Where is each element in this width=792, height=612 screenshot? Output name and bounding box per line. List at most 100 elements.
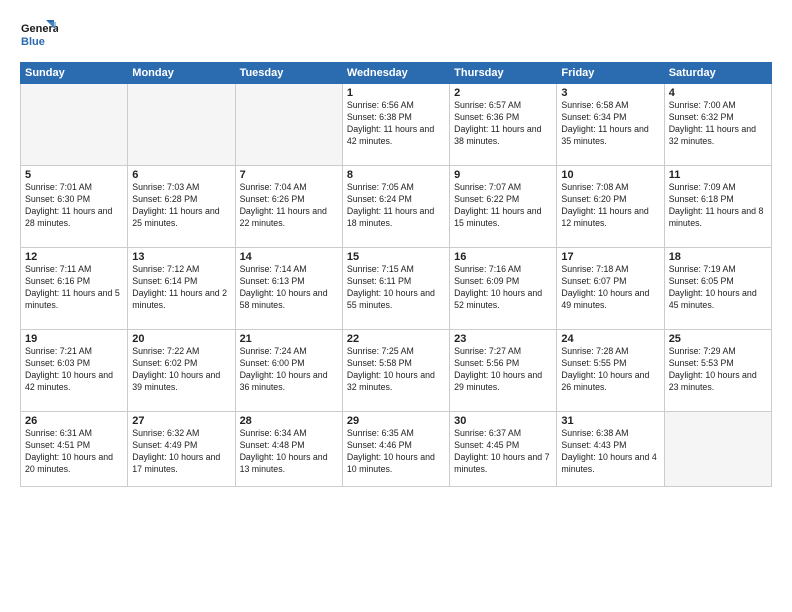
logo: General Blue	[20, 16, 58, 54]
calendar-cell: 8Sunrise: 7:05 AM Sunset: 6:24 PM Daylig…	[342, 166, 449, 248]
day-number: 7	[240, 169, 338, 181]
calendar-table: SundayMondayTuesdayWednesdayThursdayFrid…	[20, 62, 772, 487]
day-number: 4	[669, 87, 767, 99]
cell-info: Sunrise: 7:05 AM Sunset: 6:24 PM Dayligh…	[347, 182, 445, 230]
day-number: 31	[561, 415, 659, 427]
day-number: 3	[561, 87, 659, 99]
calendar-cell: 10Sunrise: 7:08 AM Sunset: 6:20 PM Dayli…	[557, 166, 664, 248]
cell-info: Sunrise: 7:19 AM Sunset: 6:05 PM Dayligh…	[669, 264, 767, 312]
calendar-cell: 26Sunrise: 6:31 AM Sunset: 4:51 PM Dayli…	[21, 412, 128, 487]
day-number: 19	[25, 333, 123, 345]
cell-info: Sunrise: 7:08 AM Sunset: 6:20 PM Dayligh…	[561, 182, 659, 230]
weekday-header-thursday: Thursday	[450, 63, 557, 84]
cell-info: Sunrise: 7:29 AM Sunset: 5:53 PM Dayligh…	[669, 346, 767, 394]
day-number: 25	[669, 333, 767, 345]
calendar-cell: 19Sunrise: 7:21 AM Sunset: 6:03 PM Dayli…	[21, 330, 128, 412]
calendar-cell	[664, 412, 771, 487]
day-number: 10	[561, 169, 659, 181]
cell-info: Sunrise: 6:56 AM Sunset: 6:38 PM Dayligh…	[347, 100, 445, 148]
cell-info: Sunrise: 7:11 AM Sunset: 6:16 PM Dayligh…	[25, 264, 123, 312]
calendar-cell: 16Sunrise: 7:16 AM Sunset: 6:09 PM Dayli…	[450, 248, 557, 330]
day-number: 16	[454, 251, 552, 263]
day-number: 13	[132, 251, 230, 263]
calendar-cell: 31Sunrise: 6:38 AM Sunset: 4:43 PM Dayli…	[557, 412, 664, 487]
day-number: 26	[25, 415, 123, 427]
calendar-cell: 11Sunrise: 7:09 AM Sunset: 6:18 PM Dayli…	[664, 166, 771, 248]
day-number: 6	[132, 169, 230, 181]
calendar-week-5: 26Sunrise: 6:31 AM Sunset: 4:51 PM Dayli…	[21, 412, 772, 487]
cell-info: Sunrise: 7:14 AM Sunset: 6:13 PM Dayligh…	[240, 264, 338, 312]
calendar-cell	[128, 84, 235, 166]
cell-info: Sunrise: 6:31 AM Sunset: 4:51 PM Dayligh…	[25, 428, 123, 476]
cell-info: Sunrise: 6:58 AM Sunset: 6:34 PM Dayligh…	[561, 100, 659, 148]
day-number: 8	[347, 169, 445, 181]
day-number: 9	[454, 169, 552, 181]
calendar-cell: 3Sunrise: 6:58 AM Sunset: 6:34 PM Daylig…	[557, 84, 664, 166]
calendar-header: SundayMondayTuesdayWednesdayThursdayFrid…	[21, 63, 772, 84]
day-number: 20	[132, 333, 230, 345]
cell-info: Sunrise: 7:28 AM Sunset: 5:55 PM Dayligh…	[561, 346, 659, 394]
cell-info: Sunrise: 6:37 AM Sunset: 4:45 PM Dayligh…	[454, 428, 552, 476]
cell-info: Sunrise: 7:16 AM Sunset: 6:09 PM Dayligh…	[454, 264, 552, 312]
calendar-cell: 13Sunrise: 7:12 AM Sunset: 6:14 PM Dayli…	[128, 248, 235, 330]
calendar-cell: 12Sunrise: 7:11 AM Sunset: 6:16 PM Dayli…	[21, 248, 128, 330]
day-number: 24	[561, 333, 659, 345]
calendar-cell: 1Sunrise: 6:56 AM Sunset: 6:38 PM Daylig…	[342, 84, 449, 166]
day-number: 29	[347, 415, 445, 427]
calendar-cell	[235, 84, 342, 166]
cell-info: Sunrise: 6:32 AM Sunset: 4:49 PM Dayligh…	[132, 428, 230, 476]
calendar-cell: 23Sunrise: 7:27 AM Sunset: 5:56 PM Dayli…	[450, 330, 557, 412]
day-number: 15	[347, 251, 445, 263]
cell-info: Sunrise: 7:27 AM Sunset: 5:56 PM Dayligh…	[454, 346, 552, 394]
calendar-body: 1Sunrise: 6:56 AM Sunset: 6:38 PM Daylig…	[21, 84, 772, 487]
day-number: 28	[240, 415, 338, 427]
weekday-header-sunday: Sunday	[21, 63, 128, 84]
cell-info: Sunrise: 6:34 AM Sunset: 4:48 PM Dayligh…	[240, 428, 338, 476]
page: General Blue SundayMondayTuesdayWednesda…	[0, 0, 792, 612]
cell-info: Sunrise: 7:03 AM Sunset: 6:28 PM Dayligh…	[132, 182, 230, 230]
calendar-cell	[21, 84, 128, 166]
calendar-week-3: 12Sunrise: 7:11 AM Sunset: 6:16 PM Dayli…	[21, 248, 772, 330]
cell-info: Sunrise: 7:18 AM Sunset: 6:07 PM Dayligh…	[561, 264, 659, 312]
day-number: 18	[669, 251, 767, 263]
weekday-row: SundayMondayTuesdayWednesdayThursdayFrid…	[21, 63, 772, 84]
calendar-cell: 17Sunrise: 7:18 AM Sunset: 6:07 PM Dayli…	[557, 248, 664, 330]
day-number: 5	[25, 169, 123, 181]
cell-info: Sunrise: 6:35 AM Sunset: 4:46 PM Dayligh…	[347, 428, 445, 476]
day-number: 14	[240, 251, 338, 263]
day-number: 2	[454, 87, 552, 99]
weekday-header-tuesday: Tuesday	[235, 63, 342, 84]
cell-info: Sunrise: 7:01 AM Sunset: 6:30 PM Dayligh…	[25, 182, 123, 230]
calendar-cell: 28Sunrise: 6:34 AM Sunset: 4:48 PM Dayli…	[235, 412, 342, 487]
calendar-week-1: 1Sunrise: 6:56 AM Sunset: 6:38 PM Daylig…	[21, 84, 772, 166]
calendar-cell: 20Sunrise: 7:22 AM Sunset: 6:02 PM Dayli…	[128, 330, 235, 412]
calendar-cell: 29Sunrise: 6:35 AM Sunset: 4:46 PM Dayli…	[342, 412, 449, 487]
calendar-cell: 5Sunrise: 7:01 AM Sunset: 6:30 PM Daylig…	[21, 166, 128, 248]
cell-info: Sunrise: 7:21 AM Sunset: 6:03 PM Dayligh…	[25, 346, 123, 394]
cell-info: Sunrise: 7:15 AM Sunset: 6:11 PM Dayligh…	[347, 264, 445, 312]
day-number: 21	[240, 333, 338, 345]
weekday-header-friday: Friday	[557, 63, 664, 84]
day-number: 11	[669, 169, 767, 181]
calendar-cell: 14Sunrise: 7:14 AM Sunset: 6:13 PM Dayli…	[235, 248, 342, 330]
cell-info: Sunrise: 7:25 AM Sunset: 5:58 PM Dayligh…	[347, 346, 445, 394]
cell-info: Sunrise: 7:22 AM Sunset: 6:02 PM Dayligh…	[132, 346, 230, 394]
calendar-cell: 4Sunrise: 7:00 AM Sunset: 6:32 PM Daylig…	[664, 84, 771, 166]
calendar-cell: 21Sunrise: 7:24 AM Sunset: 6:00 PM Dayli…	[235, 330, 342, 412]
cell-info: Sunrise: 6:57 AM Sunset: 6:36 PM Dayligh…	[454, 100, 552, 148]
day-number: 27	[132, 415, 230, 427]
day-number: 23	[454, 333, 552, 345]
calendar-cell: 15Sunrise: 7:15 AM Sunset: 6:11 PM Dayli…	[342, 248, 449, 330]
calendar-week-2: 5Sunrise: 7:01 AM Sunset: 6:30 PM Daylig…	[21, 166, 772, 248]
cell-info: Sunrise: 6:38 AM Sunset: 4:43 PM Dayligh…	[561, 428, 659, 476]
day-number: 30	[454, 415, 552, 427]
day-number: 1	[347, 87, 445, 99]
cell-info: Sunrise: 7:09 AM Sunset: 6:18 PM Dayligh…	[669, 182, 767, 230]
logo-svg: General Blue	[20, 16, 58, 54]
calendar-cell: 25Sunrise: 7:29 AM Sunset: 5:53 PM Dayli…	[664, 330, 771, 412]
calendar-cell: 24Sunrise: 7:28 AM Sunset: 5:55 PM Dayli…	[557, 330, 664, 412]
calendar-cell: 6Sunrise: 7:03 AM Sunset: 6:28 PM Daylig…	[128, 166, 235, 248]
cell-info: Sunrise: 7:24 AM Sunset: 6:00 PM Dayligh…	[240, 346, 338, 394]
day-number: 12	[25, 251, 123, 263]
day-number: 17	[561, 251, 659, 263]
